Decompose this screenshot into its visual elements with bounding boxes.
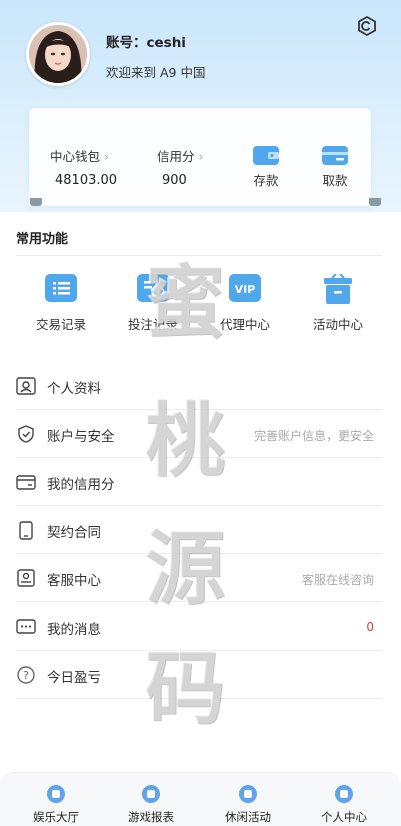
transaction-records-button[interactable]: 交易记录: [21, 274, 101, 333]
withdraw-button[interactable]: 取款: [305, 144, 365, 189]
settings-icon[interactable]: [355, 15, 379, 39]
transaction-records-label: 交易记录: [35, 317, 86, 332]
gift-icon: [321, 273, 355, 304]
tab-entertainment-hall[interactable]: 娱乐大厅: [6, 785, 106, 825]
svg-text:VIP: VIP: [235, 283, 256, 296]
menu-item-label: 客服中心: [47, 573, 101, 589]
tab-label: 娱乐大厅: [33, 810, 79, 824]
card-foot-right: [369, 198, 381, 206]
bottom-tab-bar: 娱乐大厅 游戏报表 休闲活动 个人中心: [0, 772, 401, 826]
menu-item-label: 我的信用分: [47, 477, 115, 493]
chevron-right-icon: ›: [198, 150, 204, 164]
menu-item-hint: 完善账户信息，更安全: [253, 429, 374, 443]
deposit-label: 存款: [253, 173, 279, 188]
credit-score-link[interactable]: 信用分 ›: [157, 146, 203, 165]
menu-item-label: 我的消息: [47, 622, 101, 638]
home-icon: [47, 785, 65, 803]
menu-item-hint: 客服在线咨询: [301, 573, 374, 587]
center-wallet-label: 中心钱包: [50, 149, 101, 164]
vip-icon: VIP: [228, 274, 262, 302]
deposit-button[interactable]: 存款: [236, 144, 296, 189]
tab-leisure-activity[interactable]: 休闲活动: [198, 785, 298, 825]
watermark-char: 桃: [145, 393, 225, 487]
watermark-char: 码: [145, 641, 225, 735]
tab-game-report[interactable]: 游戏报表: [101, 785, 201, 825]
tab-label: 个人中心: [321, 810, 367, 824]
menu-item-label: 账户与安全: [47, 429, 115, 445]
tab-label: 游戏报表: [128, 810, 174, 824]
center-wallet-link[interactable]: 中心钱包 ›: [50, 146, 109, 165]
unread-count-badge: 0: [366, 620, 374, 634]
withdraw-label: 取款: [322, 173, 348, 188]
chevron-right-icon: ›: [104, 150, 109, 164]
phone-icon: [16, 520, 36, 540]
welcome-text: 欢迎来到 A9 中国: [106, 65, 206, 80]
credit-score-label: 信用分: [157, 149, 195, 164]
tab-label: 休闲活动: [225, 810, 271, 824]
wallet-card: 中心钱包 › 48103.00 信用分 › 900 存款 取款: [29, 108, 371, 206]
account-name: 账号：ceshi: [106, 35, 186, 51]
menu-item-label: 契约合同: [47, 525, 101, 541]
user-icon: [335, 785, 353, 803]
watermark-char: 源: [145, 521, 225, 615]
shield-icon: [16, 424, 36, 444]
activity-center-label: 活动中心: [312, 317, 363, 332]
card-icon: [16, 472, 36, 492]
question-icon: ?: [16, 665, 36, 685]
svg-text:?: ?: [23, 669, 29, 682]
card-foot-left: [30, 198, 42, 206]
watermark-char: 蜜: [145, 255, 225, 349]
report-icon: [142, 785, 160, 803]
avatar[interactable]: [26, 22, 90, 86]
menu-item-label: 个人资料: [47, 381, 101, 397]
menu-item-label: 今日盈亏: [47, 670, 101, 686]
activity-icon: [239, 785, 257, 803]
credit-score-value: 900: [162, 173, 187, 188]
common-functions-title: 常用功能: [16, 232, 69, 247]
list-icon: [44, 274, 78, 302]
message-icon: [16, 617, 36, 637]
center-wallet-value: 48103.00: [55, 173, 118, 188]
profile-icon: [16, 376, 36, 396]
tab-personal-center[interactable]: 个人中心: [294, 785, 394, 825]
card-icon: [322, 144, 348, 166]
service-icon: [16, 568, 36, 588]
wallet-icon: [253, 144, 279, 166]
activity-center-button[interactable]: 活动中心: [298, 273, 378, 333]
